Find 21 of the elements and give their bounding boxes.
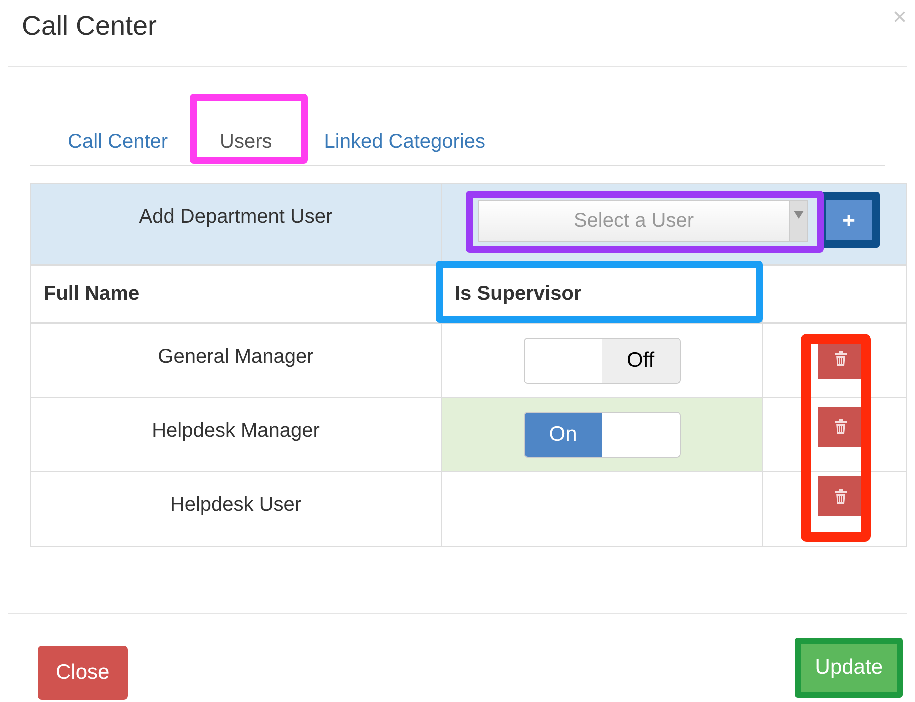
column-header: Full Name xyxy=(44,282,140,307)
trash-icon xyxy=(834,488,846,504)
table-cell-text: Helpdesk User xyxy=(170,493,302,518)
dialog-title: Call Center xyxy=(21,10,158,43)
field-label: Add Department User xyxy=(139,205,333,230)
user-select[interactable]: Select a User xyxy=(478,200,808,242)
delete-button[interactable] xyxy=(818,476,863,516)
update-button[interactable]: Update xyxy=(801,644,897,692)
tab[interactable]: Call Center xyxy=(54,119,182,165)
toggle-switch[interactable]: Off xyxy=(524,338,680,384)
caret-icon xyxy=(794,211,804,219)
tab[interactable]: Linked Categories xyxy=(310,119,500,165)
close-button[interactable]: Close xyxy=(38,646,128,700)
column-header: Is Supervisor xyxy=(455,282,582,307)
table-cell-text: General Manager xyxy=(158,345,314,370)
trash-icon xyxy=(834,419,846,434)
add-button[interactable]: + xyxy=(826,200,872,240)
toggle-switch[interactable]: On xyxy=(524,412,680,458)
table-cell-text: Helpdesk Manager xyxy=(152,419,320,444)
delete-button[interactable] xyxy=(818,406,863,446)
trash-icon xyxy=(834,351,846,366)
